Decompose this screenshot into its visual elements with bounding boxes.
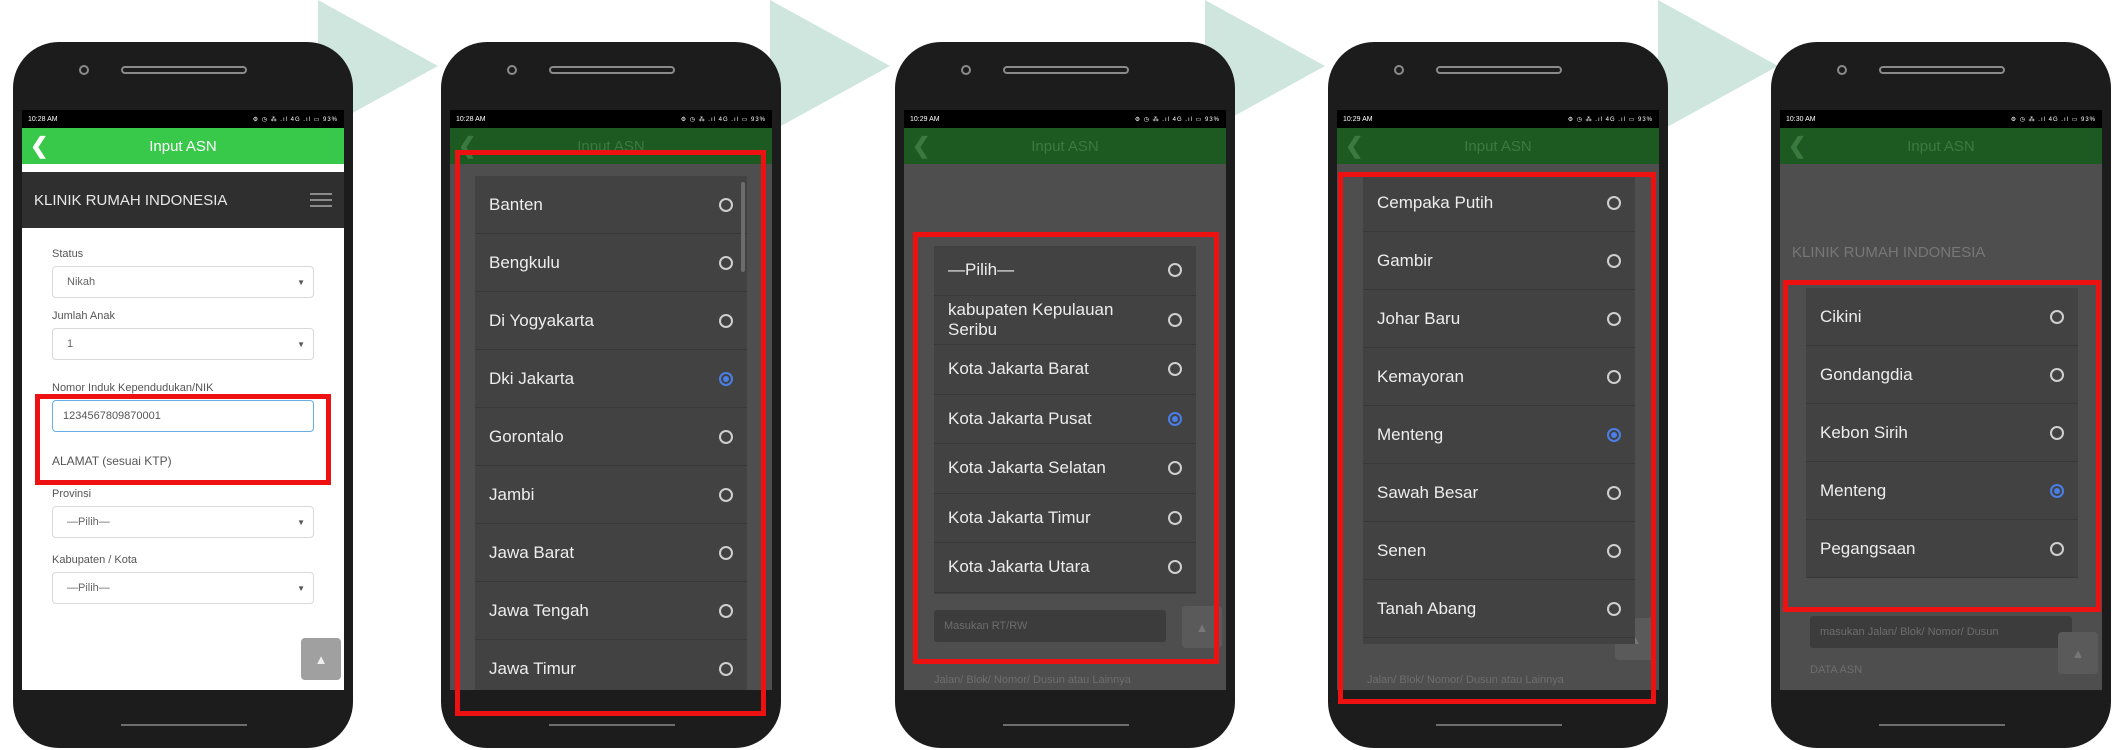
phone-4: 10:29 AM ⚙ ◷ ⁂ .ıl 4G .ıl ▭ 93% ❮ Input … bbox=[1328, 42, 1668, 748]
status-indicators: ⚙ ◷ ⁂ .ıl 4G .ıl ▭ 93% bbox=[252, 116, 338, 123]
scroll-top-button[interactable]: ▲ bbox=[301, 638, 341, 680]
front-camera bbox=[79, 65, 89, 75]
status-time: 10:29 AM bbox=[910, 115, 940, 123]
highlight-nik bbox=[35, 394, 331, 485]
site-navbar: KLINIK RUMAH INDONESIA bbox=[22, 172, 344, 228]
provinsi-select[interactable]: —Pilih— ▼ bbox=[52, 506, 314, 538]
anak-value: 1 bbox=[67, 338, 74, 350]
jalan-label-dimmed: Jalan/ Blok/ Nomor/ Dusun atau Lainnya bbox=[934, 674, 1131, 686]
status-bar: 10:29 AM ⚙ ◷ ⁂ .ıl 4G .ıl ▭ 93% bbox=[1337, 110, 1659, 128]
app-title: Input ASN bbox=[1464, 137, 1532, 155]
status-time: 10:28 AM bbox=[456, 115, 486, 123]
earpiece-speaker bbox=[121, 66, 247, 74]
kabupaten-select[interactable]: —Pilih— ▼ bbox=[52, 572, 314, 604]
home-indicator bbox=[121, 724, 247, 726]
status-time: 10:28 AM bbox=[28, 115, 58, 123]
status-bar: 10:28 AM ⚙ ◷ ⁂ .ıl 4G .ıl ▭ 93% bbox=[22, 110, 344, 128]
status-value: Nikah bbox=[67, 276, 96, 288]
phone-5: 10:30 AM ⚙ ◷ ⁂ .ıl 4G .ıl ▭ 93% ❮ Input … bbox=[1771, 42, 2111, 748]
status-time: 10:29 AM bbox=[1343, 115, 1373, 123]
earpiece-speaker bbox=[549, 66, 675, 74]
chevron-left-icon[interactable]: ❮ bbox=[30, 133, 48, 159]
provinsi-value: —Pilih— bbox=[67, 516, 110, 528]
dropdown-caret-icon: ▼ bbox=[297, 517, 305, 527]
front-camera bbox=[507, 65, 517, 75]
anak-label: Jumlah Anak bbox=[52, 310, 115, 322]
status-indicators: ⚙ ◷ ⁂ .ıl 4G .ıl ▭ 93% bbox=[680, 116, 766, 123]
step-arrow-2 bbox=[770, 0, 890, 132]
earpiece-speaker bbox=[1003, 66, 1129, 74]
provinsi-label: Provinsi bbox=[52, 488, 92, 500]
status-bar: 10:30 AM ⚙ ◷ ⁂ .ıl 4G .ıl ▭ 93% bbox=[1780, 110, 2102, 128]
home-indicator bbox=[549, 724, 675, 726]
app-bar: ❮ Input ASN bbox=[22, 128, 344, 164]
kabupaten-label: Kabupaten / Kota bbox=[52, 554, 138, 566]
front-camera bbox=[1837, 65, 1847, 75]
nik-label: Nomor Induk Kependudukan/NIK bbox=[52, 382, 214, 394]
menu-icon[interactable] bbox=[310, 193, 332, 207]
brand-name-dimmed: KLINIK RUMAH INDONESIA bbox=[1792, 244, 1986, 261]
highlight-kelurahan bbox=[1783, 280, 2101, 612]
jalan-placeholder: masukan Jalan/ Blok/ Nomor/ Dusun bbox=[1820, 626, 1999, 638]
highlight-kabupaten bbox=[913, 232, 1219, 664]
status-indicators: ⚙ ◷ ⁂ .ıl 4G .ıl ▭ 93% bbox=[2010, 116, 2096, 123]
status-bar: 10:28 AM ⚙ ◷ ⁂ .ıl 4G .ıl ▭ 93% bbox=[450, 110, 772, 128]
scroll-top-button: ▲ bbox=[2058, 632, 2098, 674]
home-indicator bbox=[1879, 724, 2005, 726]
phone-1: 10:28 AM ⚙ ◷ ⁂ .ıl 4G .ıl ▭ 93% ❮ Input … bbox=[13, 42, 353, 748]
dropdown-caret-icon: ▼ bbox=[297, 277, 305, 287]
earpiece-speaker bbox=[1436, 66, 1562, 74]
home-indicator bbox=[1003, 724, 1129, 726]
status-bar: 10:29 AM ⚙ ◷ ⁂ .ıl 4G .ıl ▭ 93% bbox=[904, 110, 1226, 128]
phone-3: 10:29 AM ⚙ ◷ ⁂ .ıl 4G .ıl ▭ 93% ❮ Input … bbox=[895, 42, 1235, 748]
status-time: 10:30 AM bbox=[1786, 115, 1816, 123]
chevron-left-icon: ❮ bbox=[1345, 133, 1364, 158]
chevron-left-icon: ❮ bbox=[912, 133, 931, 158]
earpiece-speaker bbox=[1879, 66, 2005, 74]
status-label: Status bbox=[52, 248, 84, 260]
kabupaten-value: —Pilih— bbox=[67, 582, 110, 594]
jalan-input-dimmed: masukan Jalan/ Blok/ Nomor/ Dusun bbox=[1810, 616, 2072, 648]
highlight-kecamatan bbox=[1338, 172, 1656, 704]
app-bar-dimmed: ❮ Input ASN bbox=[1780, 128, 2102, 164]
home-indicator bbox=[1436, 724, 1562, 726]
step-arrow-4 bbox=[1658, 0, 1778, 132]
brand-name: KLINIK RUMAH INDONESIA bbox=[34, 191, 228, 209]
dropdown-caret-icon: ▼ bbox=[297, 583, 305, 593]
phone-2: 10:28 AM ⚙ ◷ ⁂ .ıl 4G .ıl ▭ 93% ❮ Input … bbox=[441, 42, 781, 748]
app-title: Input ASN bbox=[1031, 137, 1099, 155]
app-title: Input ASN bbox=[149, 137, 217, 155]
dropdown-caret-icon: ▼ bbox=[297, 339, 305, 349]
anak-select[interactable]: 1 ▼ bbox=[52, 328, 314, 360]
highlight-provinsi bbox=[455, 150, 766, 716]
data-asn-heading-dimmed: DATA ASN bbox=[1810, 664, 1863, 676]
app-bar-dimmed: ❮ Input ASN bbox=[1337, 128, 1659, 164]
chevron-up-icon: ▲ bbox=[314, 651, 328, 667]
status-indicators: ⚙ ◷ ⁂ .ıl 4G .ıl ▭ 93% bbox=[1567, 116, 1653, 123]
front-camera bbox=[1394, 65, 1404, 75]
chevron-left-icon: ❮ bbox=[1788, 133, 1807, 158]
app-title: Input ASN bbox=[1907, 137, 1975, 155]
app-bar-dimmed: ❮ Input ASN bbox=[904, 128, 1226, 164]
chevron-up-icon: ▲ bbox=[2071, 645, 2085, 661]
front-camera bbox=[961, 65, 971, 75]
status-indicators: ⚙ ◷ ⁂ .ıl 4G .ıl ▭ 93% bbox=[1134, 116, 1220, 123]
status-select[interactable]: Nikah ▼ bbox=[52, 266, 314, 298]
